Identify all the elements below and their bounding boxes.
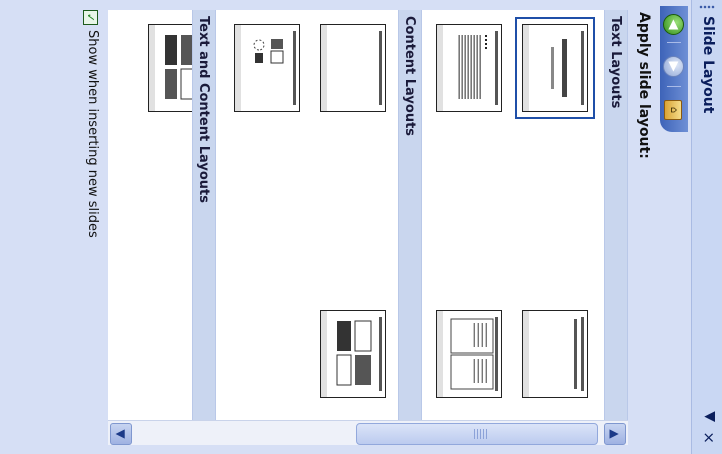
layout-gallery: Text Layouts Content Layouts Text and Co… (108, 10, 628, 444)
scroll-up-button[interactable]: ▲ (604, 423, 626, 445)
task-pane-nav-bar: ◀ ▶ ⌂ (660, 6, 688, 132)
layout-preview (574, 319, 577, 389)
back-icon[interactable]: ◀ (663, 14, 684, 35)
task-pane-footer: ✓ Show when inserting new slides (0, 0, 108, 454)
apply-slide-layout-label: Apply slide layout: (636, 12, 652, 159)
layout-content[interactable] (234, 24, 300, 112)
gallery-scrollbar[interactable]: ▲ ▼ (108, 420, 628, 445)
task-pane-title-bar[interactable]: Slide Layout ▼ × (691, 0, 722, 454)
layout-title-only[interactable] (522, 310, 588, 398)
section-header-content-layouts: Content Layouts (398, 10, 422, 428)
scroll-grip-icon (473, 429, 487, 439)
show-when-inserting-checkbox[interactable]: ✓ (83, 10, 98, 25)
task-pane-dropdown-icon[interactable]: ▼ (702, 411, 718, 422)
layout-blank[interactable] (320, 24, 386, 112)
drag-grip-icon[interactable] (699, 5, 715, 9)
layout-title-and-text[interactable] (436, 24, 502, 112)
task-pane-title: Slide Layout (700, 16, 716, 114)
nav-separator (667, 86, 681, 87)
layout-title-and-2-content[interactable] (320, 310, 386, 398)
layout-preview (253, 39, 284, 64)
nav-separator (667, 42, 681, 43)
layout-preview (336, 320, 372, 386)
scroll-thumb[interactable] (356, 423, 598, 445)
scroll-down-button[interactable]: ▼ (110, 423, 132, 445)
layout-title-slide[interactable] (516, 14, 594, 122)
forward-icon[interactable]: ▶ (663, 56, 684, 77)
close-icon[interactable]: × (700, 431, 718, 444)
layout-preview (321, 25, 385, 111)
layout-title-and-2-column-text[interactable] (436, 310, 502, 398)
section-header-text-and-content-layouts: Text and Content Layouts (192, 10, 216, 428)
app-window: Slide Layout ▼ × ◀ ▶ ⌂ Apply slide layou… (0, 0, 722, 454)
layout-preview (551, 39, 567, 97)
home-icon[interactable]: ⌂ (664, 100, 682, 120)
layout-preview (450, 318, 494, 390)
layout-preview (458, 35, 487, 99)
show-when-inserting-label[interactable]: Show when inserting new slides (85, 30, 100, 238)
slide-layout-task-pane: Slide Layout ▼ × ◀ ▶ ⌂ Apply slide layou… (0, 0, 722, 454)
section-header-text-layouts: Text Layouts (604, 10, 628, 428)
